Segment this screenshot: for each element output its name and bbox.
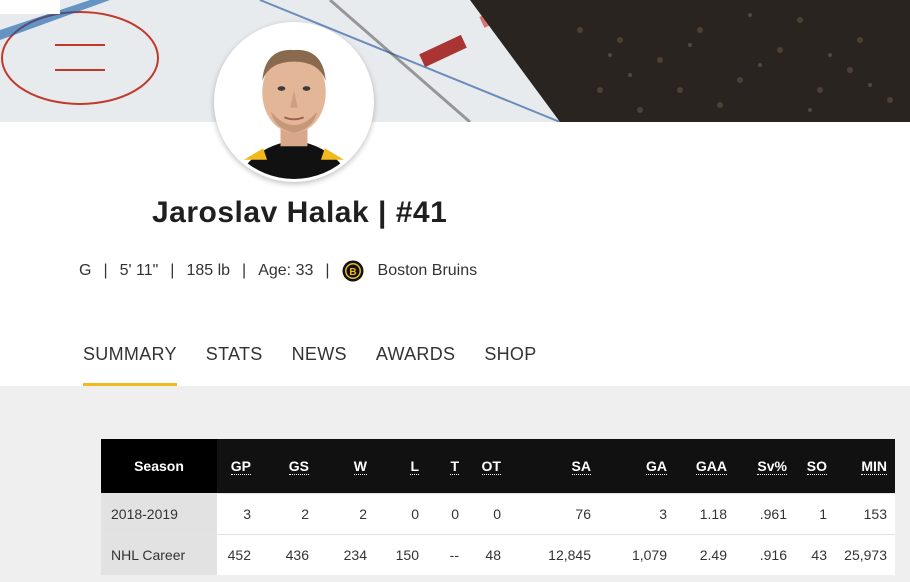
bio-separator: | bbox=[325, 262, 330, 279]
cell-ot: 0 bbox=[459, 492, 501, 534]
svg-text:B: B bbox=[349, 267, 356, 278]
player-avatar bbox=[214, 22, 374, 182]
column-header-gaa[interactable]: GAA bbox=[667, 439, 727, 493]
cell-gaa: 2.49 bbox=[667, 533, 727, 575]
arena-background-image bbox=[0, 0, 910, 122]
tab-summary[interactable]: SUMMARY bbox=[83, 340, 177, 386]
column-header-season[interactable]: Season bbox=[101, 439, 217, 493]
cell-t: 0 bbox=[419, 492, 459, 534]
bio-weight: 185 lb bbox=[186, 262, 231, 279]
cell-sv-pct: .916 bbox=[727, 533, 787, 575]
cell-l: 0 bbox=[367, 492, 419, 534]
column-header-t[interactable]: T bbox=[419, 439, 459, 493]
cell-sa: 76 bbox=[501, 492, 591, 534]
cell-gp: 3 bbox=[217, 492, 251, 534]
column-header-sv-pct[interactable]: Sv% bbox=[727, 439, 787, 493]
bio-separator: | bbox=[170, 262, 175, 279]
player-tabs: SUMMARY STATS NEWS AWARDS SHOP bbox=[83, 340, 566, 386]
stats-section: Season GP GS W L T OT SA GA GAA Sv% SO M… bbox=[0, 386, 910, 582]
cell-sv-pct: .961 bbox=[727, 492, 787, 534]
cell-so: 43 bbox=[787, 533, 827, 575]
player-headshot-icon bbox=[217, 25, 371, 179]
cell-gs: 436 bbox=[251, 533, 309, 575]
table-row: 2018-2019 3 2 2 0 0 0 76 3 1.18 .961 1 1… bbox=[101, 492, 895, 534]
column-header-ot[interactable]: OT bbox=[459, 439, 501, 493]
player-name-heading: Jaroslav Halak | #41 bbox=[152, 196, 448, 229]
column-header-w[interactable]: W bbox=[309, 439, 367, 493]
cell-min: 153 bbox=[827, 492, 895, 534]
tab-news[interactable]: NEWS bbox=[292, 340, 347, 386]
cell-so: 1 bbox=[787, 492, 827, 534]
cell-l: 150 bbox=[367, 533, 419, 575]
column-header-so[interactable]: SO bbox=[787, 439, 827, 493]
bio-team-link[interactable]: Boston Bruins bbox=[378, 262, 478, 280]
column-header-ga[interactable]: GA bbox=[591, 439, 667, 493]
cell-season: 2018-2019 bbox=[101, 492, 217, 534]
bio-height: 5' 11" bbox=[119, 262, 159, 279]
tab-shop[interactable]: SHOP bbox=[484, 340, 536, 386]
hero-banner bbox=[0, 0, 910, 122]
cell-sa: 12,845 bbox=[501, 533, 591, 575]
column-header-min[interactable]: MIN bbox=[827, 439, 895, 493]
cell-w: 2 bbox=[309, 492, 367, 534]
cell-season: NHL Career bbox=[101, 533, 217, 575]
cell-gaa: 1.18 bbox=[667, 492, 727, 534]
bio-position: G bbox=[79, 262, 92, 279]
column-header-sa[interactable]: SA bbox=[501, 439, 591, 493]
cell-w: 234 bbox=[309, 533, 367, 575]
player-bio-line: G | 5' 11" | 185 lb | Age: 33 | B Boston… bbox=[79, 258, 477, 284]
table-row: NHL Career 452 436 234 150 -- 48 12,845 … bbox=[101, 533, 895, 575]
cell-min: 25,973 bbox=[827, 533, 895, 575]
cell-ot: 48 bbox=[459, 533, 501, 575]
tab-awards[interactable]: AWARDS bbox=[376, 340, 455, 386]
cell-t: -- bbox=[419, 533, 459, 575]
cell-ga: 3 bbox=[591, 492, 667, 534]
bio-age: Age: 33 bbox=[258, 262, 314, 279]
cell-gp: 452 bbox=[217, 533, 251, 575]
tab-stats[interactable]: STATS bbox=[206, 340, 263, 386]
career-stats-table: Season GP GS W L T OT SA GA GAA Sv% SO M… bbox=[101, 439, 895, 575]
column-header-gs[interactable]: GS bbox=[251, 439, 309, 493]
stats-header-row: Season GP GS W L T OT SA GA GAA Sv% SO M… bbox=[101, 439, 895, 493]
bio-separator: | bbox=[103, 262, 108, 279]
bruins-logo-icon[interactable]: B bbox=[342, 260, 364, 282]
cell-gs: 2 bbox=[251, 492, 309, 534]
column-header-l[interactable]: L bbox=[367, 439, 419, 493]
cell-ga: 1,079 bbox=[591, 533, 667, 575]
column-header-gp[interactable]: GP bbox=[217, 439, 251, 493]
bio-separator: | bbox=[242, 262, 247, 279]
